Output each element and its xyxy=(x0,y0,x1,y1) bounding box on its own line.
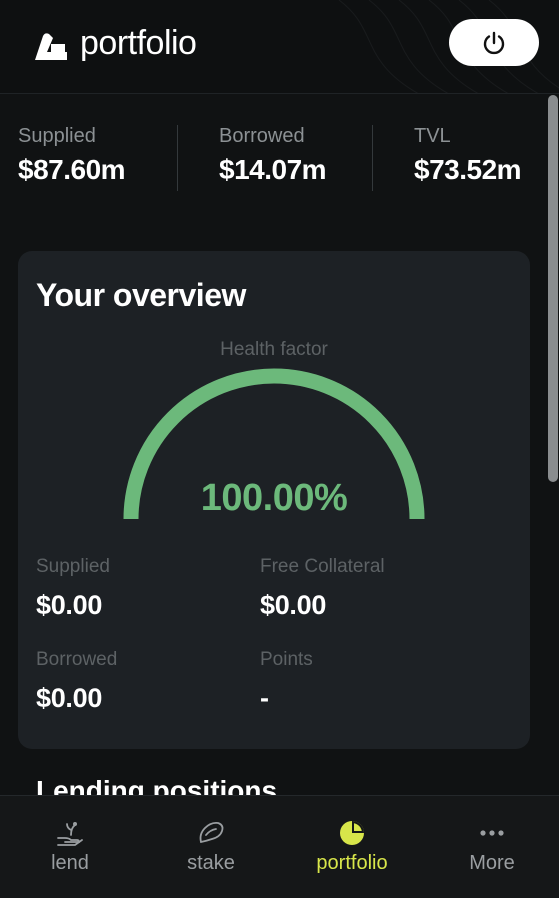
info-label: Supplied xyxy=(36,556,110,577)
nav-label: portfolio xyxy=(316,852,388,874)
app-header: portfolio xyxy=(0,0,559,94)
nav-item-stake[interactable]: stake xyxy=(141,818,281,875)
main-content[interactable]: Supplied $87.60m Borrowed $14.07m TVL $7… xyxy=(0,95,559,795)
brand-title[interactable]: portfolio xyxy=(80,24,197,63)
lending-positions-title: Lending positions xyxy=(36,775,278,795)
nav-label: lend xyxy=(51,852,89,874)
health-factor-value: 100.00% xyxy=(200,477,348,519)
nav-label: stake xyxy=(187,852,235,874)
health-factor-label: Health factor xyxy=(220,339,328,360)
info-value: $0.00 xyxy=(36,683,103,713)
nav-item-portfolio[interactable]: portfolio xyxy=(282,818,422,875)
stat-borrowed: Borrowed $14.07m xyxy=(219,125,327,186)
overview-title: Your overview xyxy=(36,277,246,313)
info-value: $0.00 xyxy=(36,590,103,620)
stat-divider xyxy=(372,125,373,191)
lend-icon xyxy=(57,822,83,846)
overview-free-collateral: Free Collateral $0.00 xyxy=(260,556,385,621)
pie-chart-icon xyxy=(340,821,364,845)
stat-value: $87.60m xyxy=(18,154,126,185)
protocol-stats: Supplied $87.60m Borrowed $14.07m TVL $7… xyxy=(0,125,547,191)
info-label: Free Collateral xyxy=(260,556,385,577)
power-button[interactable] xyxy=(449,19,539,66)
more-dots-icon xyxy=(480,830,504,836)
nav-label: More xyxy=(469,852,515,874)
bera-logo-icon[interactable] xyxy=(33,30,67,62)
stat-supplied: Supplied $87.60m xyxy=(18,125,126,186)
stat-label: Supplied xyxy=(18,125,96,147)
info-label: Borrowed xyxy=(36,649,118,670)
stake-icon xyxy=(199,821,224,844)
stat-divider xyxy=(177,125,178,191)
overview-borrowed: Borrowed $0.00 xyxy=(36,649,117,714)
stat-value: $14.07m xyxy=(219,154,327,185)
info-value: - xyxy=(260,683,269,713)
power-icon xyxy=(483,31,505,54)
nav-item-lend[interactable]: lend xyxy=(0,818,140,875)
stat-label: TVL xyxy=(414,125,451,147)
stat-tvl: TVL $73.52m xyxy=(414,125,522,186)
overview-card: Your overview Health factor 100.00% Supp… xyxy=(18,251,530,749)
bottom-nav: lend stake portfolio More xyxy=(0,795,559,898)
stat-value: $73.52m xyxy=(414,154,522,185)
overview-points: Points - xyxy=(260,649,313,714)
info-value: $0.00 xyxy=(260,590,327,620)
nav-item-more[interactable]: More xyxy=(422,818,559,875)
overview-supplied: Supplied $0.00 xyxy=(36,556,110,621)
info-label: Points xyxy=(260,649,313,670)
stat-label: Borrowed xyxy=(219,125,305,147)
scrollbar-thumb[interactable] xyxy=(548,95,558,482)
